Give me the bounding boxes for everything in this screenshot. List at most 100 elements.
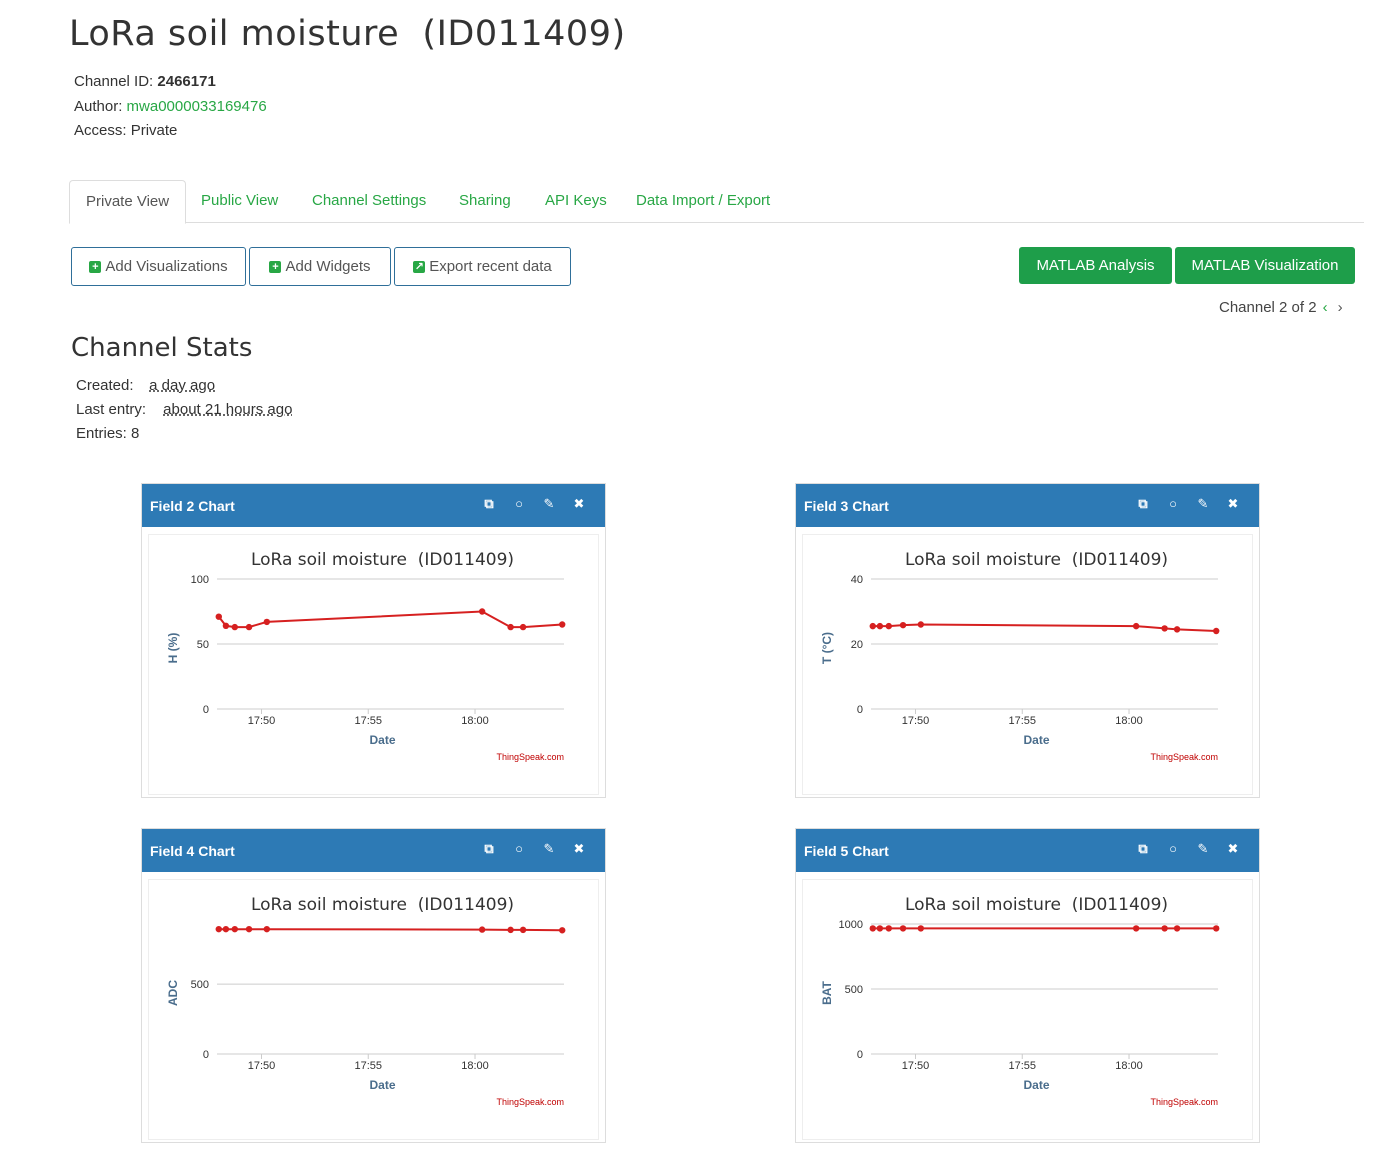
data-point[interactable] xyxy=(507,623,514,631)
thingspeak-credit[interactable]: ThingSpeak.com xyxy=(1150,1097,1218,1107)
data-point[interactable] xyxy=(231,623,238,631)
author-row: Author: mwa0000033169476 xyxy=(74,95,267,120)
data-point[interactable] xyxy=(559,927,566,934)
data-point[interactable] xyxy=(869,622,876,630)
data-point[interactable] xyxy=(869,925,876,932)
data-point[interactable] xyxy=(1213,627,1220,635)
data-point[interactable] xyxy=(215,925,222,933)
external-link-icon[interactable]: ⧉ xyxy=(481,841,497,857)
comment-icon[interactable]: ○ xyxy=(511,496,527,512)
pencil-icon[interactable]: ✎ xyxy=(541,841,557,857)
export-icon: ↗ xyxy=(413,260,426,273)
field-3-chart-panel: Field 3 Chart ⧉ ○ ✎ ✖ LoRa soil moisture (ID0… xyxy=(795,483,1260,798)
data-point[interactable] xyxy=(263,925,271,933)
last-entry-value: about 21 hours ago xyxy=(163,401,293,418)
chevron-right-icon[interactable]: › xyxy=(1338,299,1343,316)
page-title: LoRa soil moisture (ID011409) xyxy=(69,14,626,54)
field-5-chart-panel: Field 5 Chart ⧉ ○ ✎ ✖ LoRa soil moisture (ID0… xyxy=(795,828,1260,1143)
pencil-icon[interactable]: ✎ xyxy=(1195,841,1211,857)
chevron-left-icon[interactable]: ‹ xyxy=(1323,299,1328,316)
matlab-analysis-button[interactable]: MATLAB Analysis xyxy=(1019,247,1172,284)
tab-sharing[interactable]: Sharing xyxy=(459,180,511,223)
data-point[interactable] xyxy=(1132,622,1140,630)
data-point[interactable] xyxy=(1173,925,1181,932)
thingspeak-credit[interactable]: ThingSpeak.com xyxy=(496,752,564,762)
author-label: Author: xyxy=(74,97,123,115)
tab-api-keys[interactable]: API Keys xyxy=(545,180,607,223)
close-icon[interactable]: ✖ xyxy=(1225,496,1241,512)
export-recent-data-label: Export recent data xyxy=(429,258,552,275)
thingspeak-credit[interactable]: ThingSpeak.com xyxy=(1150,752,1218,762)
export-recent-data-button[interactable]: ↗ Export recent data xyxy=(394,247,571,286)
data-point[interactable] xyxy=(559,621,566,628)
data-point[interactable] xyxy=(1173,626,1181,633)
data-point[interactable] xyxy=(917,621,925,628)
pencil-icon[interactable]: ✎ xyxy=(1195,496,1211,512)
data-point[interactable] xyxy=(899,621,907,629)
data-point[interactable] xyxy=(507,926,514,934)
external-link-icon[interactable]: ⧉ xyxy=(481,496,497,512)
data-point[interactable] xyxy=(519,926,527,934)
comment-icon[interactable]: ○ xyxy=(511,841,527,857)
thingspeak-credit[interactable]: ThingSpeak.com xyxy=(496,1097,564,1107)
data-point[interactable] xyxy=(917,925,925,932)
panel-actions: ⧉ ○ ✎ ✖ xyxy=(481,841,587,857)
y-tick-label: 0 xyxy=(857,1049,863,1061)
external-link-icon[interactable]: ⧉ xyxy=(1135,841,1151,857)
chart-title: LoRa soil moisture (ID011409) xyxy=(905,550,1168,570)
data-point[interactable] xyxy=(1161,925,1168,932)
add-visualizations-button[interactable]: + Add Visualizations xyxy=(71,247,246,286)
data-point[interactable] xyxy=(519,623,527,631)
data-point[interactable] xyxy=(885,622,892,630)
data-point[interactable] xyxy=(245,925,253,933)
close-icon[interactable]: ✖ xyxy=(1225,841,1241,857)
chart-title: LoRa soil moisture (ID011409) xyxy=(251,895,514,915)
plus-icon: + xyxy=(89,260,102,273)
data-point[interactable] xyxy=(1132,925,1140,932)
data-point[interactable] xyxy=(478,608,486,615)
close-icon[interactable]: ✖ xyxy=(571,841,587,857)
close-icon[interactable]: ✖ xyxy=(571,496,587,512)
tab-channel-settings[interactable]: Channel Settings xyxy=(312,180,426,223)
data-point[interactable] xyxy=(245,623,253,631)
y-tick-label: 40 xyxy=(851,574,863,586)
author-link[interactable]: mwa0000033169476 xyxy=(127,98,267,115)
y-axis-title: BAT xyxy=(820,980,834,1004)
data-point[interactable] xyxy=(222,622,230,629)
data-point[interactable] xyxy=(899,925,907,932)
tab-private-view[interactable]: Private View xyxy=(69,180,187,224)
data-point[interactable] xyxy=(876,925,884,932)
data-point[interactable] xyxy=(876,622,884,630)
pencil-icon[interactable]: ✎ xyxy=(541,496,557,512)
x-tick-label: 17:50 xyxy=(902,715,930,727)
comment-icon[interactable]: ○ xyxy=(1165,496,1181,512)
line-chart: LoRa soil moisture (ID011409) 0 50 100 17:50… xyxy=(166,550,566,762)
y-axis-title: ADC xyxy=(166,980,180,1006)
x-axis-title: Date xyxy=(1023,1078,1049,1092)
y-tick-label: 0 xyxy=(203,704,209,716)
data-point[interactable] xyxy=(1161,625,1168,632)
data-point[interactable] xyxy=(263,618,271,626)
x-tick-label: 18:00 xyxy=(1115,1060,1143,1072)
data-point[interactable] xyxy=(231,925,238,933)
panel-header: Field 5 Chart ⧉ ○ ✎ ✖ xyxy=(796,829,1259,872)
data-point[interactable] xyxy=(222,925,230,933)
access-row: Access: Private xyxy=(74,119,267,144)
plus-icon: + xyxy=(269,260,282,273)
chart-area: LoRa soil moisture (ID011409) 0 500 17:50 17… xyxy=(148,879,599,1140)
channel-id-label: Channel ID: xyxy=(74,73,154,90)
data-point[interactable] xyxy=(215,613,222,620)
data-point[interactable] xyxy=(478,926,486,933)
x-tick-label: 18:00 xyxy=(1115,715,1143,727)
tab-data-import-export[interactable]: Data Import / Export xyxy=(636,180,770,223)
external-link-icon[interactable]: ⧉ xyxy=(1135,496,1151,512)
access-label: Access: xyxy=(74,122,127,139)
y-tick-label: 0 xyxy=(203,1049,209,1061)
tab-public-view[interactable]: Public View xyxy=(201,180,278,223)
data-point[interactable] xyxy=(1213,925,1220,932)
x-tick-label: 17:50 xyxy=(248,715,276,727)
comment-icon[interactable]: ○ xyxy=(1165,841,1181,857)
matlab-visualization-button[interactable]: MATLAB Visualization xyxy=(1175,247,1355,284)
data-point[interactable] xyxy=(885,925,892,932)
add-widgets-button[interactable]: + Add Widgets xyxy=(249,247,391,286)
